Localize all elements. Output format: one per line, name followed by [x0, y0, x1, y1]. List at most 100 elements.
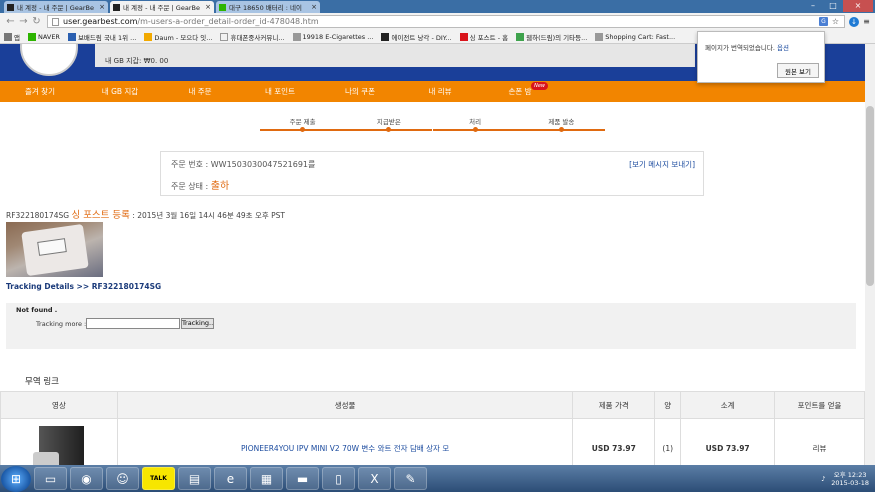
tracking-box: Not found . Tracking more : Tracking.. [6, 303, 856, 349]
kakaotalk-icon[interactable]: TALK [142, 467, 175, 490]
back-arrow-icon[interactable]: ← [4, 16, 17, 27]
progress-dot [472, 127, 478, 132]
column-header: 제품 가격 [572, 391, 656, 419]
carrier-name: 싱 포스트 등록 [71, 210, 130, 221]
progress-dot [300, 127, 305, 132]
translate-icon[interactable]: G [819, 17, 828, 26]
new-badge: New [531, 82, 548, 90]
product-link[interactable]: PIONEER4YOU IPV MINI V2 70W 변수 와트 전자 담배 … [241, 444, 449, 453]
minimize-icon[interactable]: – [803, 0, 823, 12]
tracking-details-link[interactable]: Tracking Details >> RF322180174SG [6, 282, 161, 291]
clock[interactable]: 오후 12:23 2015-03-18 [831, 471, 869, 487]
review-link[interactable]: 리뷰 [774, 418, 865, 465]
browser-tab[interactable]: 대구 18650 배터리 : 네이 × [216, 1, 320, 13]
avatar [20, 44, 78, 76]
document-icon[interactable]: ▯ [322, 467, 355, 490]
order-status-value: 출하 [210, 181, 230, 192]
tracking-button[interactable]: Tracking.. [181, 318, 214, 329]
nav-item-my-points[interactable]: 내 포인트 [240, 81, 320, 102]
tracking-more-input[interactable] [86, 318, 180, 329]
product-image-cell [0, 418, 118, 465]
column-header: 양 [654, 391, 682, 419]
bookmark-item[interactable]: 앱 [4, 32, 20, 42]
excel-icon[interactable]: X [358, 467, 391, 490]
files-icon[interactable]: ▬ [286, 467, 319, 490]
close-window-icon[interactable]: × [843, 0, 873, 12]
order-number: 주문 번호 : WW1503030047521691를 [171, 160, 316, 169]
app-icon[interactable]: ▦ [250, 467, 283, 490]
nav-item-my-reviews[interactable]: 내 리뷰 [400, 81, 480, 102]
browser-tab-bar: 내 계정 - 내 주문 | GearBe × 내 계정 - 내 주문 | Gea… [0, 0, 875, 13]
agent-icon [381, 32, 390, 41]
progress-step-paid: 지급받은 [346, 116, 433, 132]
address-bar-row: ← → ↻ user.gearbest.com /m-users-a-order… [0, 13, 875, 30]
order-progress: 주문 제출 지급받은 처리 제품 발송 [260, 116, 605, 132]
nav-item-gb-wallet[interactable]: 내 GB 지갑 [80, 81, 160, 102]
translate-options-link[interactable]: 옵션 [777, 44, 789, 52]
reload-icon[interactable]: ↻ [30, 16, 43, 27]
time: 오후 12:23 [833, 470, 867, 479]
bookmark-item[interactable]: 19918 E-Cigarettes ... [292, 32, 373, 41]
windows-start-icon[interactable]: ⊞ [1, 465, 31, 492]
browser-tab-active[interactable]: 내 계정 - 내 주문 | GearBe × [110, 1, 214, 13]
bookmark-item[interactable]: NAVER [27, 32, 60, 41]
tab-title: 내 계정 - 내 주문 | GearBe [17, 4, 94, 12]
url-input[interactable]: user.gearbest.com /m-users-a-order_detai… [47, 15, 845, 28]
product-thumbnail[interactable] [31, 423, 87, 465]
product-subtotal: USD 73.97 [680, 418, 776, 465]
bobaedream-icon [67, 32, 76, 41]
column-header: 포인트를 얻을 [774, 391, 865, 419]
user-panel: 내 GB 지갑: ₩0. 00 [95, 44, 695, 67]
webhard-icon [516, 32, 525, 41]
messenger-icon[interactable]: ☺ [106, 467, 139, 490]
nav-item-new[interactable]: New 손폰 밤 [480, 81, 560, 102]
bookmark-item[interactable]: 에이전트 낭각 - DIY... [381, 32, 452, 42]
bookmark-item[interactable]: 휴대폰중사커뮤니... [220, 32, 285, 42]
url-host: user.gearbest.com [63, 17, 138, 26]
page-scrollbar[interactable] [865, 44, 875, 465]
product-mod [33, 451, 60, 465]
app-icon[interactable]: ▤ [178, 467, 211, 490]
show-original-button[interactable]: 원본 보기 [777, 63, 819, 78]
daum-icon [144, 32, 153, 41]
browser-tab[interactable]: 내 계정 - 내 주문 | GearBe × [4, 1, 108, 13]
table-row: PIONEER4YOU IPV MINI V2 70W 변수 와트 전자 담배 … [0, 418, 865, 465]
forward-arrow-icon[interactable]: → [17, 16, 30, 27]
nav-item-my-coupons[interactable]: 나의 쿠폰 [320, 81, 400, 102]
chrome-icon[interactable]: ◉ [70, 467, 103, 490]
tracking-line: RF322180174SG 싱 포스트 등록 : 2015년 3월 16일 14… [6, 207, 285, 221]
table-header-row: 영상 생성물 제품 가격 양 소계 포인트를 얻을 [0, 391, 865, 419]
package-photo[interactable] [6, 222, 103, 277]
product-quantity: (1) [654, 418, 682, 465]
nav-item-my-orders[interactable]: 내 주문 [160, 81, 240, 102]
internet-explorer-icon[interactable]: e [214, 467, 247, 490]
close-tab-icon[interactable]: × [203, 3, 211, 11]
star-bookmark-icon[interactable]: ☆ [831, 17, 840, 26]
bookmark-item[interactable]: 싱 포스트 - 홈 [459, 32, 508, 42]
bookmark-item[interactable]: 웹하(드림)의 기타등... [516, 32, 587, 42]
column-header: 영상 [0, 391, 118, 419]
progress-dot [386, 127, 392, 132]
bookmark-item[interactable]: Shopping Cart: Fast... [595, 32, 675, 41]
bookmark-item[interactable]: 보배드림 국내 1위 ... [67, 32, 136, 42]
menu-icon[interactable]: ≡ [862, 17, 871, 26]
close-tab-icon[interactable]: × [309, 3, 317, 11]
maximize-icon[interactable]: □ [823, 0, 843, 12]
volume-icon[interactable]: ♪ [821, 475, 825, 483]
close-tab-icon[interactable]: × [97, 3, 105, 11]
singpost-icon [459, 32, 468, 41]
tracking-code: RF322180174SG [6, 211, 70, 220]
bookmark-item[interactable]: Daum - 모으다 잇... [144, 32, 212, 42]
progress-step-submitted: 주문 제출 [260, 116, 346, 132]
paint-icon[interactable]: ✎ [394, 467, 427, 490]
tracking-timestamp: : 2015년 3월 16일 14시 46분 49초 오후 PST [132, 211, 286, 220]
product-price: USD 73.97 [572, 418, 656, 465]
update-arrow-icon[interactable]: ↓ [849, 16, 859, 27]
folder-icon[interactable]: ▭ [34, 467, 67, 490]
progress-step-shipped: 제품 발송 [518, 116, 605, 132]
nav-item-favorites[interactable]: 즐겨 찾기 [0, 81, 80, 102]
send-message-link[interactable]: [보기 메시지 보내기] [629, 159, 695, 170]
nav-item-label: 손폰 밤 [508, 87, 532, 96]
scroll-thumb[interactable] [866, 106, 874, 286]
progress-step-processing: 처리 [432, 116, 519, 132]
